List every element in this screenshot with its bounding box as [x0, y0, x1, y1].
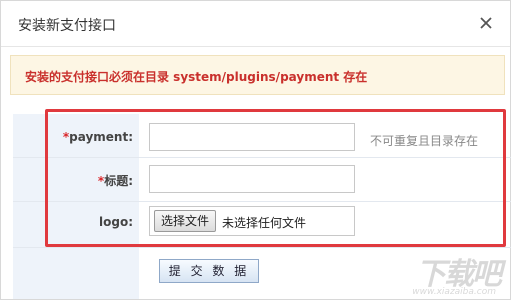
submit-button[interactable]: 提 交 数 据 [159, 259, 259, 283]
notice-text: 安装的支付接口必须在目录 system/plugins/payment 存在 [25, 70, 368, 84]
row-divider [13, 247, 511, 248]
close-icon[interactable] [478, 15, 494, 31]
dialog-header: 安装新支付接口 [1, 1, 510, 47]
install-payment-dialog: 安装新支付接口 安装的支付接口必须在目录 system/plugins/paym… [0, 0, 511, 300]
site-watermark: 下载吧 www.xiazaiba.com [382, 249, 502, 297]
highlight-box [45, 109, 506, 247]
watermark-url: www.xiazaiba.com [412, 287, 496, 297]
directory-notice: 安装的支付接口必须在目录 system/plugins/payment 存在 [10, 55, 505, 95]
dialog-title: 安装新支付接口 [18, 18, 116, 34]
